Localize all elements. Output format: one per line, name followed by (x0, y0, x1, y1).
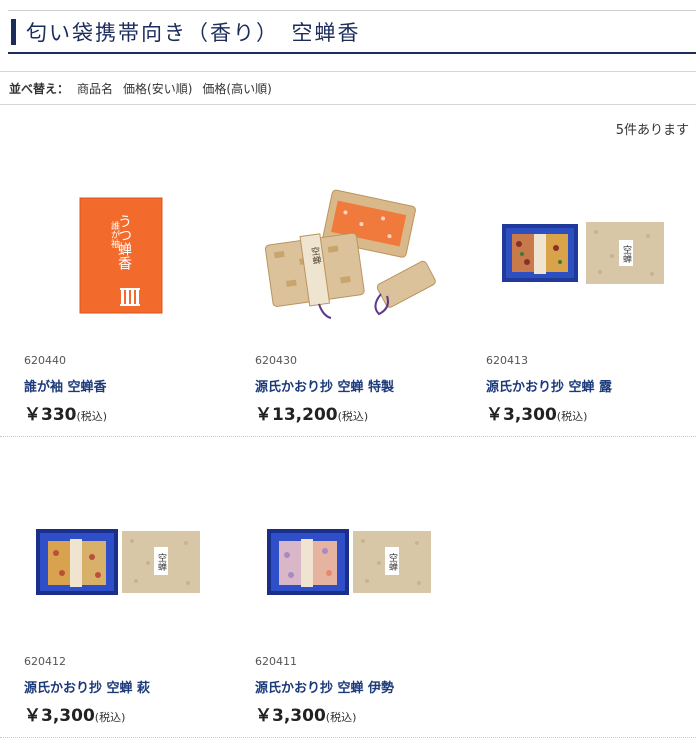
svg-text:うつ蝉香: うつ蝉香 (116, 214, 132, 270)
product-price: ￥13,200(税込) (255, 400, 368, 425)
product-card[interactable]: 空蝉 620413 源氏かおり抄 空蝉 露 ￥3,300(税込) (462, 136, 693, 436)
price-value: ￥3,300 (255, 706, 326, 726)
product-card[interactable]: 空蝉 620412 源氏かおり抄 空蝉 萩 ￥3,300(税込) (0, 437, 231, 737)
price-value: ￥13,200 (255, 405, 338, 425)
product-name[interactable]: 源氏かおり抄 空蝉 特製 (255, 376, 394, 395)
boxed-set-image[interactable]: 空蝉 (472, 176, 682, 326)
product-price: ￥3,300(税込) (255, 701, 356, 726)
product-card[interactable]: 空蝉 620411 源氏かおり抄 空蝉 伊勢 ￥3,300(税込) (231, 437, 462, 737)
sort-label: 並べ替え： (9, 81, 70, 96)
sort-by-price-desc-link[interactable]: 価格(高い順) (202, 80, 271, 97)
product-row: 誰が袖 うつ蝉香 620440 誰が袖 空蝉香 ￥330(税込) 空蝉 6204… (0, 136, 696, 437)
product-code: 620413 (486, 354, 528, 367)
sort-bar: 並べ替え： 商品名 価格(安い順) 価格(高い順) (0, 71, 696, 105)
product-price: ￥330(税込) (24, 400, 107, 425)
page-title-bar: 匂い袋携帯向き（香り） 空蝉香 (8, 10, 696, 54)
gold-brocade-pouches-image[interactable]: 空蝉 (241, 176, 451, 326)
tax-label: (税込) (337, 410, 369, 423)
product-card[interactable]: 空蝉 620430 源氏かおり抄 空蝉 特製 ￥13,200(税込) (231, 136, 462, 436)
price-value: ￥3,300 (24, 706, 95, 726)
tax-label: (税込) (76, 410, 108, 423)
product-code: 620411 (255, 655, 297, 668)
product-code: 620430 (255, 354, 297, 367)
orange-sachet-image[interactable]: 誰が袖 うつ蝉香 (10, 176, 220, 326)
tax-label: (税込) (94, 711, 126, 724)
product-name[interactable]: 誰が袖 空蝉香 (24, 376, 107, 395)
svg-text:空蝉: 空蝉 (621, 244, 632, 264)
svg-text:空蝉: 空蝉 (156, 552, 167, 572)
product-price: ￥3,300(税込) (24, 701, 125, 726)
tax-label: (税込) (325, 711, 357, 724)
page-title: 匂い袋携帯向き（香り） 空蝉香 (26, 20, 361, 45)
price-value: ￥3,300 (486, 405, 557, 425)
boxed-set-image[interactable]: 空蝉 (241, 477, 451, 627)
product-row: 空蝉 620412 源氏かおり抄 空蝉 萩 ￥3,300(税込) 空蝉 6204… (0, 437, 696, 738)
sort-by-name-link[interactable]: 商品名 (77, 80, 113, 97)
sort-by-price-asc-link[interactable]: 価格(安い順) (123, 80, 192, 97)
product-code: 620412 (24, 655, 66, 668)
title-accent-bar (11, 18, 16, 45)
tax-label: (税込) (556, 410, 588, 423)
svg-text:空蝉: 空蝉 (387, 552, 398, 572)
boxed-set-image[interactable]: 空蝉 (10, 477, 220, 627)
product-name[interactable]: 源氏かおり抄 空蝉 萩 (24, 677, 150, 696)
price-value: ￥330 (24, 405, 77, 425)
product-name[interactable]: 源氏かおり抄 空蝉 露 (486, 376, 612, 395)
product-price: ￥3,300(税込) (486, 400, 587, 425)
product-code: 620440 (24, 354, 66, 367)
product-card[interactable]: 誰が袖 うつ蝉香 620440 誰が袖 空蝉香 ￥330(税込) (0, 136, 231, 436)
product-name[interactable]: 源氏かおり抄 空蝉 伊勢 (255, 677, 394, 696)
